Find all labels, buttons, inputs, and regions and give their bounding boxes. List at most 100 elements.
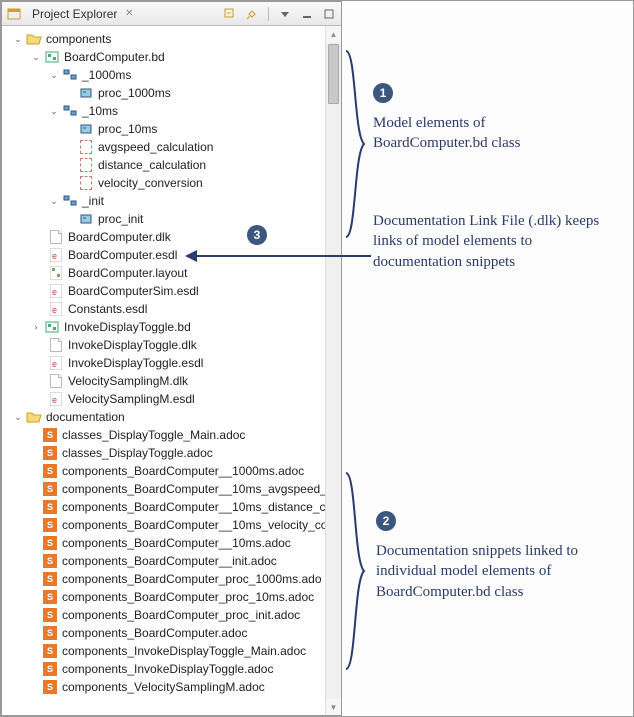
tree-item-avgspeed[interactable]: avgspeed_calculation [2, 138, 337, 156]
text-file-icon [48, 337, 64, 353]
tree-label: proc_1000ms [98, 86, 171, 100]
tree-label: components_BoardComputer_proc_10ms.adoc [62, 590, 314, 604]
twisty-open-icon[interactable]: ⌄ [48, 195, 60, 207]
process-group-icon [62, 103, 78, 119]
scroll-thumb[interactable] [328, 44, 339, 104]
tree-item[interactable]: e BoardComputerSim.esdl [2, 282, 337, 300]
tree-item-adoc[interactable]: Scomponents_BoardComputer__10ms_velocity… [2, 516, 337, 534]
svg-text:e: e [52, 305, 57, 315]
tree-item[interactable]: e InvokeDisplayToggle.esdl [2, 354, 337, 372]
view-toolbar [222, 6, 337, 22]
twisty-open-icon[interactable]: ⌄ [12, 33, 24, 45]
twisty-closed-icon[interactable]: › [30, 321, 42, 333]
tree-item-init[interactable]: ⌄ _init [2, 192, 337, 210]
tree-item-adoc[interactable]: Sclasses_DisplayToggle.adoc [2, 444, 337, 462]
tree-item-adoc[interactable]: Scomponents_BoardComputer__10ms.adoc [2, 534, 337, 552]
tree-item-adoc[interactable]: Scomponents_BoardComputer__1000ms.adoc [2, 462, 337, 480]
brace-icon [344, 49, 366, 239]
view-menu-icon[interactable] [277, 6, 293, 22]
vertical-scrollbar[interactable]: ▲ ▼ [325, 26, 341, 715]
arrow-head-icon [185, 250, 197, 262]
tree-item-boardcomputer-bd[interactable]: ⌄ BoardComputer.bd [2, 48, 337, 66]
tree-item-adoc[interactable]: Scomponents_BoardComputer_proc_10ms.adoc [2, 588, 337, 606]
callout-1: 1 [373, 83, 393, 103]
tree-label: classes_DisplayToggle.adoc [62, 446, 213, 460]
esdl-file-icon: e [48, 247, 64, 263]
tree-item-distance[interactable]: distance_calculation [2, 156, 337, 174]
tree-item-adoc[interactable]: Scomponents_InvokeDisplayToggle.adoc [2, 660, 337, 678]
twisty-open-icon[interactable]: ⌄ [48, 105, 60, 117]
tree-item-adoc[interactable]: Scomponents_BoardComputer__10ms_avgspeed… [2, 480, 337, 498]
tree-item[interactable]: e Constants.esdl [2, 300, 337, 318]
tree-folder-documentation[interactable]: ⌄ documentation [2, 408, 337, 426]
tree-label: components_BoardComputer_proc_init.adoc [62, 608, 300, 622]
tree-label: velocity_conversion [98, 176, 203, 190]
tree-item-proc-1000ms[interactable]: proc_1000ms [2, 84, 337, 102]
tree-label: VelocitySamplingM.dlk [68, 374, 188, 388]
adoc-file-icon: S [42, 643, 58, 659]
process-group-icon [62, 193, 78, 209]
adoc-file-icon: S [42, 445, 58, 461]
twisty-open-icon[interactable]: ⌄ [30, 51, 42, 63]
collapse-all-icon[interactable] [222, 6, 238, 22]
tree-item-adoc[interactable]: Scomponents_VelocitySamplingM.adoc [2, 678, 337, 696]
twisty-open-icon[interactable]: ⌄ [12, 411, 24, 423]
tree-label: Constants.esdl [68, 302, 147, 316]
tree-item[interactable]: BoardComputer.layout [2, 264, 337, 282]
folder-open-icon [26, 31, 42, 47]
tree-item-proc-10ms[interactable]: proc_10ms [2, 120, 337, 138]
tree-label: _init [82, 194, 104, 208]
tree-item-proc-init[interactable]: proc_init [2, 210, 337, 228]
tree-item-1000ms[interactable]: ⌄ _1000ms [2, 66, 337, 84]
layout-file-icon [48, 265, 64, 281]
tree-label: avgspeed_calculation [98, 140, 213, 154]
tree-label: components_InvokeDisplayToggle.adoc [62, 662, 273, 676]
tree-label: proc_10ms [98, 122, 157, 136]
tree-label: _1000ms [82, 68, 131, 82]
link-editor-icon[interactable] [244, 6, 260, 22]
tree-label: VelocitySamplingM.esdl [68, 392, 195, 406]
scroll-up-icon[interactable]: ▲ [326, 26, 341, 42]
tree-item[interactable]: InvokeDisplayToggle.dlk [2, 336, 337, 354]
tree-item[interactable]: › InvokeDisplayToggle.bd [2, 318, 337, 336]
maximize-icon[interactable] [321, 6, 337, 22]
twisty-open-icon[interactable]: ⌄ [48, 69, 60, 81]
tree-label: BoardComputerSim.esdl [68, 284, 199, 298]
tree-label: components_BoardComputer__10ms_avgspeed_ [62, 482, 327, 496]
tree-item[interactable]: VelocitySamplingM.dlk [2, 372, 337, 390]
view-titlebar: Project Explorer ✕ [2, 2, 341, 26]
callout-text-1: Model elements of BoardComputer.bd class [373, 113, 603, 154]
dotted-file-icon [78, 157, 94, 173]
close-view-icon[interactable]: ✕ [123, 8, 135, 20]
tree-item-adoc[interactable]: Sclasses_DisplayToggle_Main.adoc [2, 426, 337, 444]
tree-label: components_BoardComputer.adoc [62, 626, 247, 640]
adoc-file-icon: S [42, 661, 58, 677]
tree-item-dlk[interactable]: BoardComputer.dlk [2, 228, 337, 246]
tree-label: BoardComputer.esdl [68, 248, 177, 262]
tree-item-adoc[interactable]: Scomponents_BoardComputer_proc_init.adoc [2, 606, 337, 624]
tree-item-10ms[interactable]: ⌄ _10ms [2, 102, 337, 120]
tree-item-velocity[interactable]: velocity_conversion [2, 174, 337, 192]
esdl-file-icon: e [48, 391, 64, 407]
tree-label: components_InvokeDisplayToggle_Main.adoc [62, 644, 306, 658]
tree-item-adoc[interactable]: Scomponents_InvokeDisplayToggle_Main.ado… [2, 642, 337, 660]
adoc-file-icon: S [42, 625, 58, 641]
tree-label: proc_init [98, 212, 143, 226]
tree-folder-components[interactable]: ⌄ components [2, 30, 337, 48]
tree-item[interactable]: e VelocitySamplingM.esdl [2, 390, 337, 408]
tree-item-adoc[interactable]: Scomponents_BoardComputer__init.adoc [2, 552, 337, 570]
scroll-down-icon[interactable]: ▼ [326, 699, 341, 715]
tree-item-adoc[interactable]: Scomponents_BoardComputer_proc_1000ms.ad… [2, 570, 337, 588]
minimize-icon[interactable] [299, 6, 315, 22]
tree-label: documentation [46, 410, 125, 424]
callout-badge: 3 [247, 225, 267, 245]
tree-label: InvokeDisplayToggle.dlk [68, 338, 197, 352]
svg-text:e: e [52, 287, 57, 297]
tree-item-adoc[interactable]: Scomponents_BoardComputer__10ms_distance… [2, 498, 337, 516]
callout-badge: 2 [376, 511, 396, 531]
callout-2: 2 [376, 511, 396, 531]
adoc-file-icon: S [42, 517, 58, 533]
tree-item-adoc[interactable]: Scomponents_BoardComputer.adoc [2, 624, 337, 642]
navigator-icon [6, 6, 22, 22]
adoc-file-icon: S [42, 553, 58, 569]
